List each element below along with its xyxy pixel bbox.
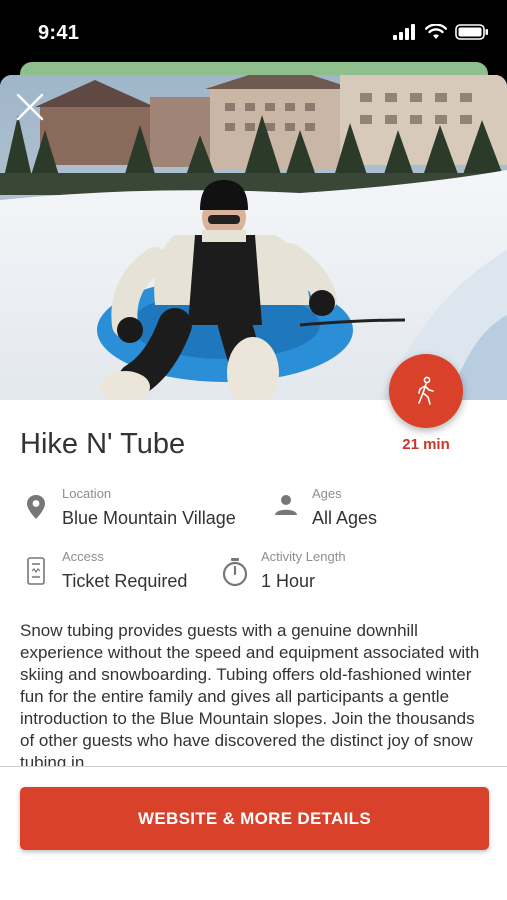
ages-value: All Ages	[312, 508, 378, 528]
walking-directions-button[interactable]	[389, 354, 463, 428]
access-info: Access Ticket Required	[20, 549, 187, 595]
person-icon	[275, 495, 297, 515]
battery-icon	[455, 24, 488, 40]
access-label: Access	[62, 549, 104, 564]
ticket-icon	[27, 557, 45, 585]
activity-length-label: Activity Length	[261, 549, 346, 564]
snow-tubing-photo	[0, 75, 507, 400]
walking-person-icon	[418, 376, 434, 405]
ages-label: Ages	[312, 486, 342, 501]
location-value: Blue Mountain Village	[62, 508, 236, 528]
activity-length-value: 1 Hour	[261, 571, 316, 591]
close-icon	[16, 93, 44, 121]
wifi-icon	[425, 24, 447, 39]
close-button[interactable]	[12, 89, 48, 125]
cellular-signal-icon	[393, 24, 415, 40]
ages-info: Ages All Ages	[270, 486, 377, 532]
location-pin-icon	[27, 495, 45, 519]
status-time: 9:41	[38, 22, 80, 44]
page-title: Hike N' Tube	[20, 428, 186, 460]
activity-detail-sheet: 21 min Hike N' Tube Location Blue Mounta…	[0, 75, 507, 900]
website-details-button[interactable]: WEBSITE & MORE DETAILS	[20, 787, 489, 850]
status-bar: 9:41	[0, 0, 507, 70]
divider	[0, 766, 507, 767]
status-icons	[393, 24, 489, 40]
access-value: Ticket Required	[62, 571, 188, 591]
location-info: Location Blue Mountain Village	[20, 486, 236, 532]
hero-illustration	[0, 75, 507, 400]
activity-length-info: Activity Length 1 Hour	[219, 549, 346, 595]
activity-description: Snow tubing provides guests with a genui…	[20, 621, 480, 767]
stopwatch-icon	[222, 558, 248, 587]
walking-time: 21 min	[402, 436, 450, 453]
location-label: Location	[62, 486, 112, 501]
